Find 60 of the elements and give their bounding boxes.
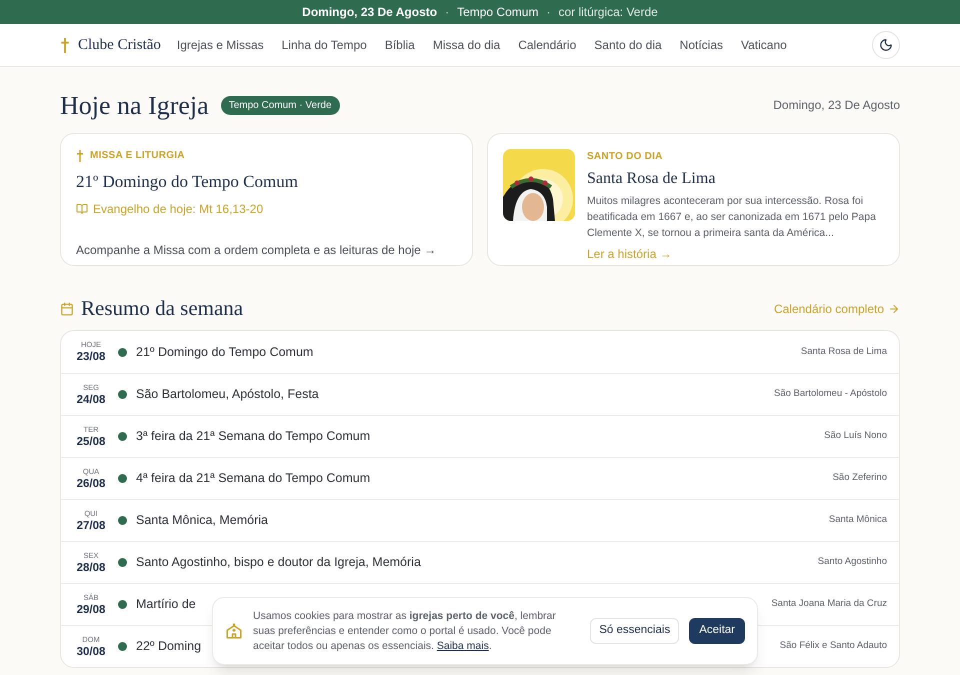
saint-name: Santa Rosa de Lima [800,344,887,359]
saint-name: São Luís Nono [824,429,887,444]
saint-name: Santa Joana Maria da Cruz [771,597,887,612]
celebration-title: São Bartolomeu, Apóstolo, Festa [136,386,319,404]
cookie-text: Usamos cookies para mostrar as igrejas perto de você, lembrar suas preferências e entender como o portal é usado. Você pode aceitar todos ou apenas os essenciais. Saiba mais. [253,608,557,654]
celebration-title: Martírio de [136,596,196,614]
nav-link[interactable]: Missa do dia [432,36,500,54]
day-date: 27/08 [76,518,106,532]
day-date: 30/08 [76,644,106,658]
nav-link[interactable]: Bíblia [384,36,415,54]
nav-link[interactable]: Calendário [518,36,576,54]
moon-icon [879,38,893,52]
celebration-title: 22º Doming [136,638,202,656]
cross-icon [60,38,70,52]
saint-name: São Félix e Santo Adauto [780,639,887,654]
separator: · [546,4,550,21]
nav-link[interactable]: Notícias [680,36,724,54]
day-date: 23/08 [76,350,106,364]
theme-toggle-button[interactable] [872,31,900,59]
celebration-title: 4ª feira da 21ª Semana do Tempo Comum [136,470,370,488]
day-date: 24/08 [76,392,106,406]
section-title: Resumo da semana [81,295,244,322]
site-logo[interactable]: Clube Cristão [78,34,161,56]
essential-cookies-button[interactable]: Só essenciais [590,618,680,644]
nav-link[interactable]: Vaticano [741,36,787,54]
celebration-title: 3ª feira da 21ª Semana do Tempo Comum [136,428,370,446]
top-bar-season: Tempo Comum [457,4,538,21]
page-title: Hoje na Igreja [60,90,209,122]
saint-summary: Muitos milagres aconteceram por sua intercessão. Rosa foi beatificada em 1667 e, ao ser canonizada em 1671 pelo Papa Clemente X, se tornou a primeira santa da América... [587,194,877,241]
card-eyebrow: MISSA E LITURGIA [90,149,185,163]
top-bar-color: cor litúrgica: Verde [558,4,658,21]
nav-link[interactable]: Linha do Tempo [282,36,367,54]
season-badge: Tempo Comum · Verde [220,96,340,114]
top-bar-date: Domingo, 23 De Agosto [302,4,438,21]
celebration-title: Santo Agostinho, bispo e doutor da Igreja, Memória [136,554,421,572]
day-date: 25/08 [76,434,106,448]
saint-name: São Zeferino [832,471,887,486]
day-date: 28/08 [76,560,106,574]
saint-name: Santa Mônica [828,513,887,528]
celebration-title: Santa Mônica, Memória [136,512,268,530]
learn-more-link[interactable]: Saiba mais [436,640,489,652]
mass-link[interactable]: Acompanhe a Missa com a ordem completa e as leituras de hoje → [76,240,457,258]
calendar-icon [60,302,74,316]
saint-name: São Bartolomeu - Apóstolo [774,387,887,402]
card-eyebrow: SANTO DO DIA [587,150,664,164]
day-date: 26/08 [76,476,106,490]
arrow-icon [888,303,900,315]
day-date: 29/08 [76,602,106,616]
header-date: Domingo, 23 De Agosto [773,97,900,114]
accept-button[interactable]: Aceitar [689,618,745,644]
nav-link[interactable]: Igrejas e Missas [176,36,264,54]
celebration-title: 21º Domingo do Tempo Comum [136,344,314,361]
church-icon [225,622,243,640]
book-icon [76,202,88,214]
nav-link[interactable]: Santo do dia [594,36,662,54]
card-title: Santa Rosa de Lima [587,169,716,189]
saint-name: Santo Agostinho [818,555,887,570]
cross-icon [76,150,84,162]
card-title: 21º Domingo do Tempo Comum [76,171,299,193]
separator: · [445,4,450,21]
